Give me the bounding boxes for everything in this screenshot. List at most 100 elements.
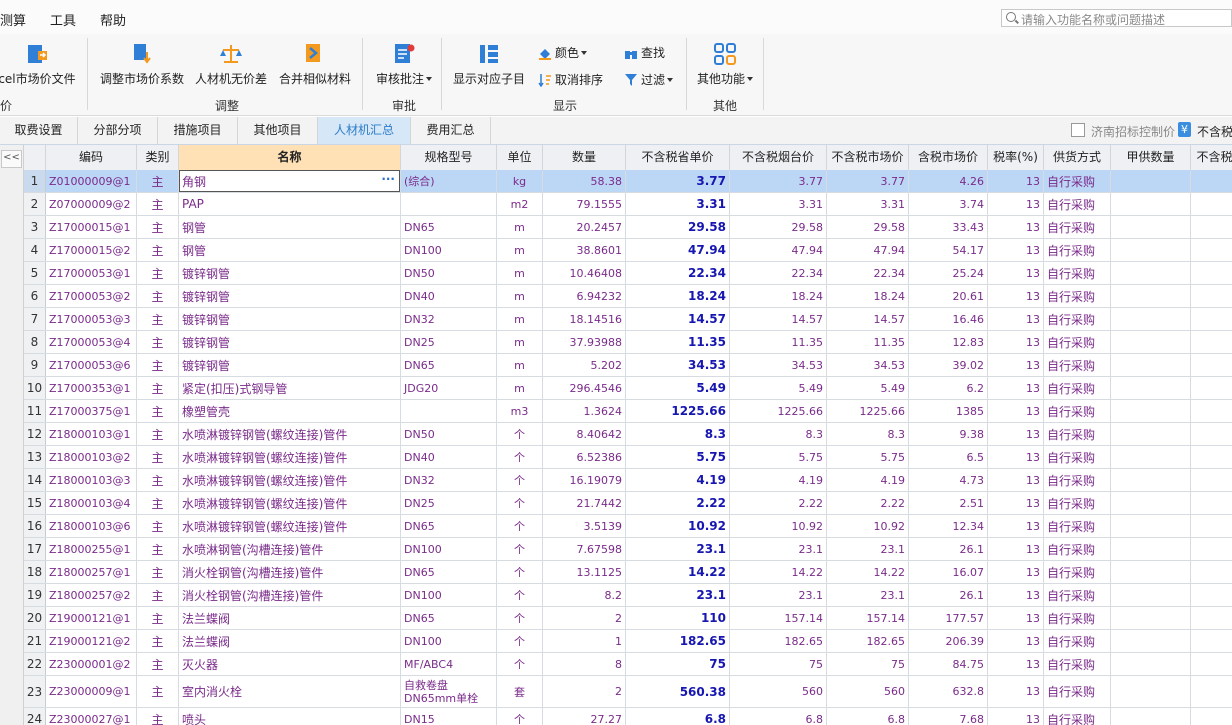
cell-jia[interactable] — [1111, 607, 1191, 629]
cell-qty[interactable]: 8.2 — [543, 584, 626, 606]
cell-qty[interactable]: 18.14516 — [543, 308, 626, 330]
cell-jia[interactable] — [1111, 331, 1191, 353]
cell-unit[interactable]: 个 — [497, 492, 543, 514]
cell-spec[interactable]: DN100 — [401, 584, 497, 606]
cell-prov[interactable]: 75 — [626, 653, 730, 675]
cell-prov[interactable]: 11.35 — [626, 331, 730, 353]
cell-extra[interactable] — [1191, 285, 1232, 307]
cell-yt[interactable]: 560 — [730, 676, 827, 707]
cell-spec[interactable]: DN65 — [401, 607, 497, 629]
cell-qty[interactable]: 16.19079 — [543, 469, 626, 491]
cell-spec[interactable]: DN50 — [401, 423, 497, 445]
cell-prov[interactable]: 110 — [626, 607, 730, 629]
merge-similar-button[interactable]: 合并相似材料 — [278, 42, 352, 87]
table-row[interactable]: 23 Z23000009@1 主室内消火栓 自救卷盘 DN65mm单栓套 2 560.38… — [24, 676, 1232, 708]
cell-qty[interactable]: 1.3624 — [543, 400, 626, 422]
cell-spec[interactable]: DN40 — [401, 446, 497, 468]
table-row[interactable]: 16 Z18000103@6 主水喷淋镀锌钢管(螺纹连接)管件 DN65 个 3.5139… — [24, 515, 1232, 538]
cell-tax[interactable]: 1385 — [909, 400, 988, 422]
cell-yt[interactable]: 1225.66 — [730, 400, 827, 422]
cell-code[interactable]: Z18000103@2 — [46, 446, 137, 468]
cell-yt[interactable]: 157.14 — [730, 607, 827, 629]
cell-mkt[interactable]: 14.22 — [827, 561, 909, 583]
cell-tax[interactable]: 26.1 — [909, 584, 988, 606]
column-header-code[interactable]: 编码 — [46, 145, 137, 170]
cell-spec[interactable]: (综合) — [401, 170, 497, 192]
cell-mkt[interactable]: 10.92 — [827, 515, 909, 537]
cell-jia[interactable] — [1111, 239, 1191, 261]
cell-qty[interactable]: 20.2457 — [543, 216, 626, 238]
cell-type[interactable]: 主 — [137, 708, 179, 725]
cell-tax[interactable]: 9.38 — [909, 423, 988, 445]
cell-unit[interactable]: m — [497, 308, 543, 330]
cell-rate[interactable]: 13 — [988, 676, 1044, 707]
cell-type[interactable]: 主 — [137, 423, 179, 445]
cell-supply[interactable]: 自行采购 — [1044, 515, 1111, 537]
cell-code[interactable]: Z18000257@1 — [46, 561, 137, 583]
cell-mkt[interactable]: 14.57 — [827, 308, 909, 330]
table-row[interactable]: 18 Z18000257@1 主消火栓钢管(沟槽连接)管件 DN65 个 13.1125 1… — [24, 561, 1232, 584]
cell-mkt[interactable]: 157.14 — [827, 607, 909, 629]
cell-extra[interactable] — [1191, 354, 1232, 376]
cell-spec[interactable] — [401, 193, 497, 215]
cell-jia[interactable] — [1111, 216, 1191, 238]
cell-qty[interactable]: 38.8601 — [543, 239, 626, 261]
column-header-no[interactable] — [24, 145, 46, 170]
cell-type[interactable]: 主 — [137, 354, 179, 376]
cell-mkt[interactable]: 5.49 — [827, 377, 909, 399]
cell-mkt[interactable]: 29.58 — [827, 216, 909, 238]
table-row[interactable]: 4 Z17000015@2 主钢管 DN100 m 38.8601 47.94 47.94 47… — [24, 239, 1232, 262]
cell-supply[interactable]: 自行采购 — [1044, 308, 1111, 330]
cell-yt[interactable]: 5.49 — [730, 377, 827, 399]
cell-code[interactable]: Z17000015@1 — [46, 216, 137, 238]
cell-tax[interactable]: 7.68 — [909, 708, 988, 725]
ellipsis-icon[interactable]: ··· — [381, 172, 395, 186]
cell-qty[interactable]: 8.40642 — [543, 423, 626, 445]
cell-tax[interactable]: 84.75 — [909, 653, 988, 675]
cell-tax[interactable]: 206.39 — [909, 630, 988, 652]
cell-supply[interactable]: 自行采购 — [1044, 170, 1111, 192]
cell-extra[interactable] — [1191, 308, 1232, 330]
cell-supply[interactable]: 自行采购 — [1044, 423, 1111, 445]
cell-extra[interactable] — [1191, 331, 1232, 353]
cell-name[interactable]: 水喷淋镀锌钢管(螺纹连接)管件 — [179, 423, 401, 445]
cell-extra[interactable] — [1191, 377, 1232, 399]
column-header-yt[interactable]: 不含税烟台价 — [730, 145, 827, 170]
cell-spec[interactable]: DN100 — [401, 538, 497, 560]
cell-type[interactable]: 主 — [137, 331, 179, 353]
cell-rate[interactable]: 13 — [988, 492, 1044, 514]
cell-rate[interactable]: 13 — [988, 584, 1044, 606]
cell-type[interactable]: 主 — [137, 607, 179, 629]
cell-rate[interactable]: 13 — [988, 561, 1044, 583]
cell-unit[interactable]: m — [497, 285, 543, 307]
cell-rate[interactable]: 13 — [988, 354, 1044, 376]
cell-jia[interactable] — [1111, 377, 1191, 399]
cell-prov[interactable]: 6.8 — [626, 708, 730, 725]
cell-unit[interactable]: kg — [497, 170, 543, 192]
column-header-type[interactable]: 类别 — [137, 145, 179, 170]
find-button[interactable]: 查找 — [624, 44, 665, 61]
cell-prov[interactable]: 47.94 — [626, 239, 730, 261]
cell-name[interactable]: 水喷淋镀锌钢管(螺纹连接)管件 — [179, 446, 401, 468]
cell-unit[interactable]: m2 — [497, 193, 543, 215]
cell-extra[interactable] — [1191, 515, 1232, 537]
cell-supply[interactable]: 自行采购 — [1044, 377, 1111, 399]
cell-jia[interactable] — [1111, 193, 1191, 215]
table-row[interactable]: 3 Z17000015@1 主钢管 DN65 m 20.2457 29.58 29.58 29.… — [24, 216, 1232, 239]
column-header-unit[interactable]: 单位 — [497, 145, 543, 170]
cell-rate[interactable]: 13 — [988, 216, 1044, 238]
cell-tax[interactable]: 4.73 — [909, 469, 988, 491]
cell-prov[interactable]: 14.57 — [626, 308, 730, 330]
cell-extra[interactable] — [1191, 400, 1232, 422]
cell-extra[interactable] — [1191, 239, 1232, 261]
cell-rate[interactable]: 13 — [988, 538, 1044, 560]
cell-mkt[interactable]: 8.3 — [827, 423, 909, 445]
cell-code[interactable]: Z17000015@2 — [46, 239, 137, 261]
cell-unit[interactable]: 个 — [497, 561, 543, 583]
cell-unit[interactable]: m — [497, 239, 543, 261]
cell-name[interactable]: 水喷淋钢管(沟槽连接)管件 — [179, 538, 401, 560]
cell-extra[interactable] — [1191, 708, 1232, 725]
cell-spec[interactable]: DN25 — [401, 492, 497, 514]
cell-type[interactable]: 主 — [137, 469, 179, 491]
cell-code[interactable]: Z18000103@6 — [46, 515, 137, 537]
